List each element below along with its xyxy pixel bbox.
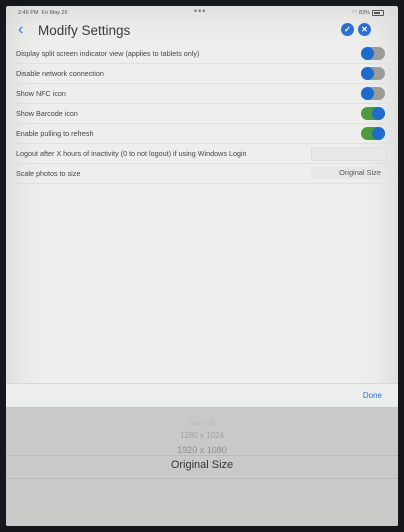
setting-label: Scale photos to size <box>16 169 81 178</box>
setting-row-scale-photos: Scale photos to size Original Size <box>6 164 398 184</box>
nfc-icon-toggle[interactable] <box>361 87 385 100</box>
battery-icon <box>372 10 384 16</box>
close-icon[interactable]: ✕ <box>358 23 371 36</box>
setting-row-pull-refresh: Enable pulling to refresh <box>6 124 398 144</box>
setting-row-disable-network: Disable network connection <box>6 64 398 84</box>
picker-option-selected[interactable]: Original Size <box>6 459 398 471</box>
done-button[interactable]: Done <box>363 391 382 400</box>
size-picker-wheel[interactable]: 1024 x 768 1280 x 1024 1920 x 1080 Origi… <box>6 407 398 526</box>
picker-option[interactable]: 1280 x 1024 <box>6 431 398 440</box>
setting-row-nfc-icon: Show NFC icon <box>6 84 398 104</box>
picker-option[interactable]: 1920 x 1080 <box>6 445 398 455</box>
picker-toolbar: Done <box>6 383 398 408</box>
toggle-knob <box>372 107 385 120</box>
disable-network-toggle[interactable] <box>361 67 385 80</box>
setting-row-logout-hours: Logout after X hours of inactivity (0 to… <box>6 144 398 164</box>
barcode-icon-toggle[interactable] <box>361 107 385 120</box>
scale-photos-select[interactable]: Original Size <box>311 167 385 179</box>
status-bar: 2:46 PM Fri May 26 ••• ◠ 83% <box>6 6 398 18</box>
nav-bar: ‹ Modify Settings ✓ ✕ <box>6 19 398 43</box>
pull-refresh-toggle[interactable] <box>361 127 385 140</box>
confirm-check-icon[interactable]: ✓ <box>341 23 354 36</box>
setting-row-barcode-icon: Show Barcode icon <box>6 104 398 124</box>
setting-row-split-screen: Display split screen indicator view (app… <box>6 44 398 64</box>
setting-label: Display split screen indicator view (app… <box>16 49 200 58</box>
toggle-knob <box>361 87 374 100</box>
wifi-icon: ◠ <box>352 10 357 16</box>
setting-label: Enable pulling to refresh <box>16 129 94 138</box>
toggle-knob <box>372 127 385 140</box>
setting-label: Logout after X hours of inactivity (0 to… <box>16 149 247 158</box>
toggle-knob <box>361 67 374 80</box>
page-title: Modify Settings <box>38 23 131 38</box>
picker-option[interactable]: 1024 x 768 <box>6 421 398 427</box>
toggle-knob <box>361 47 374 60</box>
setting-label: Show Barcode icon <box>16 109 78 118</box>
device-screen: 2:46 PM Fri May 26 ••• ◠ 83% ‹ Modify Se… <box>6 6 398 526</box>
setting-label: Show NFC icon <box>16 89 66 98</box>
status-right: ◠ 83% <box>352 10 384 16</box>
setting-label: Disable network connection <box>16 69 104 78</box>
back-chevron-icon[interactable]: ‹ <box>18 22 23 38</box>
status-time: 2:46 PM Fri May 26 <box>18 10 68 16</box>
logout-hours-input[interactable] <box>311 147 387 161</box>
split-screen-toggle[interactable] <box>361 47 385 60</box>
battery-percent: 83% <box>358 10 370 16</box>
multitask-dots-icon[interactable]: ••• <box>194 6 206 16</box>
